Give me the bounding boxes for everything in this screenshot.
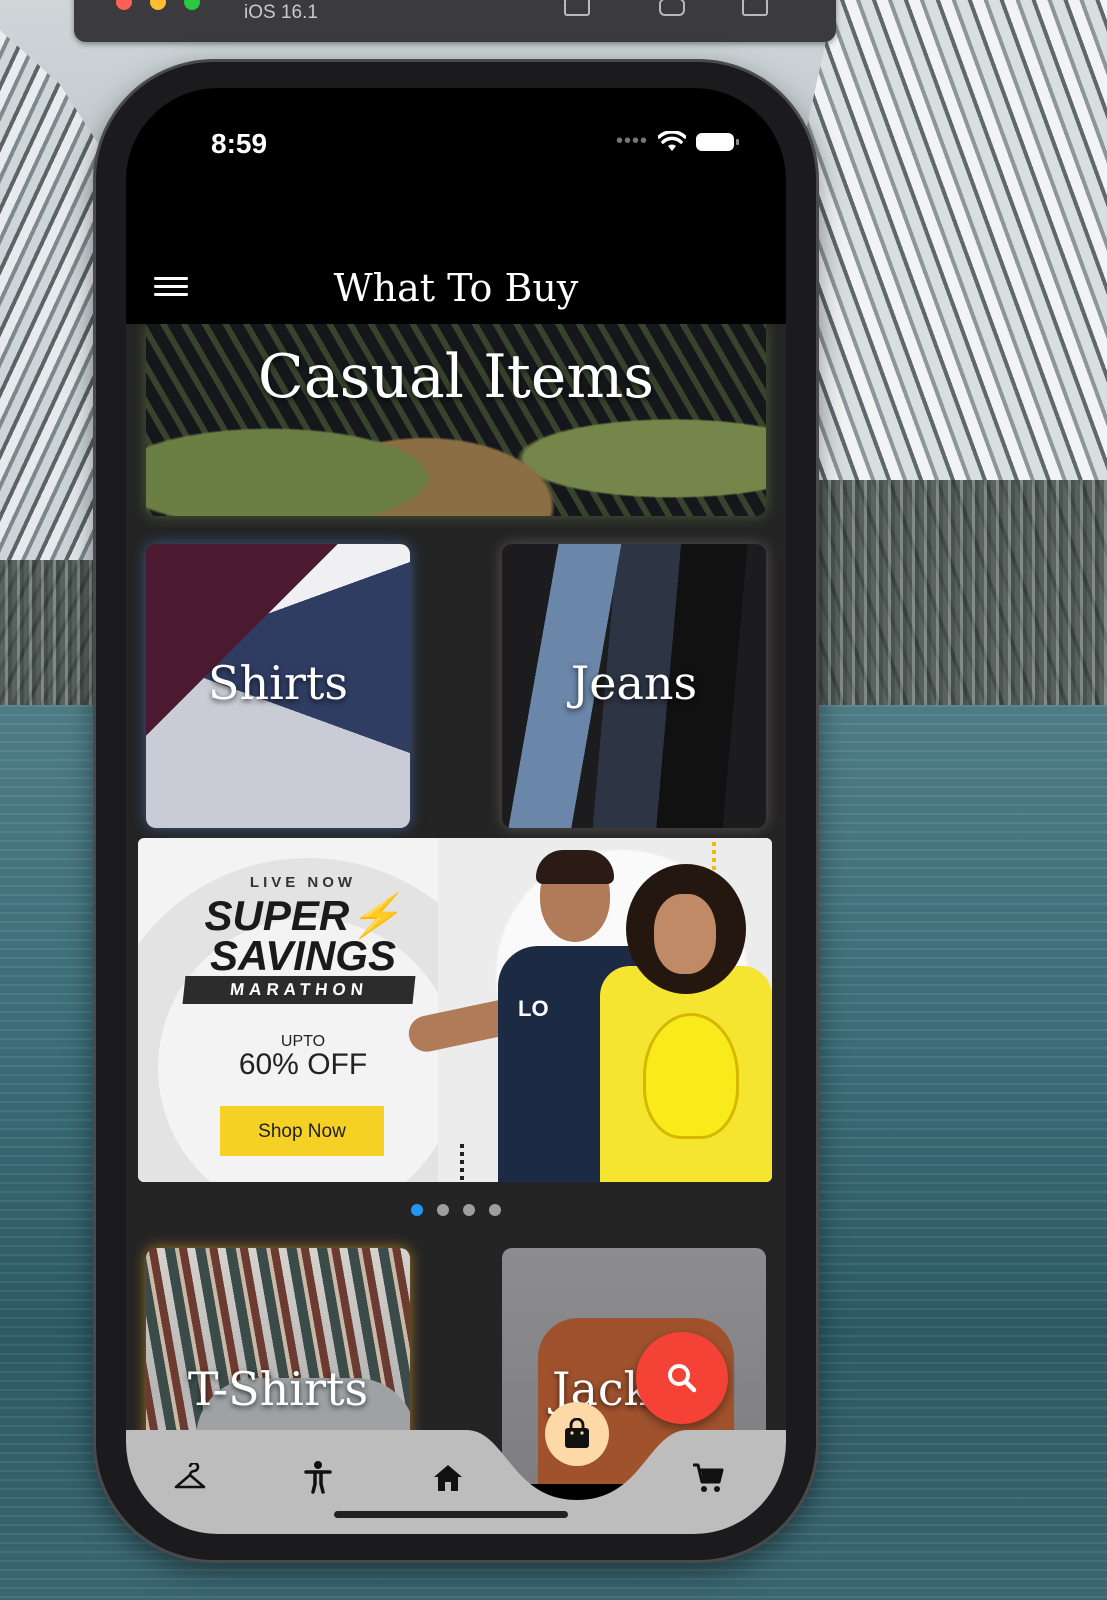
bottom-nav	[126, 1402, 786, 1534]
phone-screen: 8:59 •••• What To Buy Casual Items Shirt…	[126, 88, 786, 1534]
nav-accessibility[interactable]	[296, 1456, 340, 1500]
man-hair	[536, 850, 614, 884]
nav-home[interactable]	[426, 1456, 470, 1500]
live-now-label: LIVE NOW	[249, 874, 357, 891]
phone-frame: 8:59 •••• What To Buy Casual Items Shirt…	[96, 62, 816, 1560]
pager-dot[interactable]	[411, 1204, 423, 1216]
banner-dots-decoration	[460, 1144, 464, 1180]
tweety-print	[643, 1013, 739, 1139]
accessibility-icon	[304, 1461, 332, 1494]
forest-left	[0, 560, 110, 710]
close-window-button[interactable]	[116, 0, 132, 10]
screenshot-icon[interactable]	[659, 0, 685, 16]
os-version-label: iOS 16.1	[244, 2, 318, 23]
simulator-toolbar: iOS 16.1	[74, 0, 836, 42]
tshirts-label: T-Shirts	[187, 1362, 369, 1416]
search-fab[interactable]	[636, 1332, 728, 1424]
discount-label: 60% OFF	[238, 1048, 368, 1081]
shirt-print: LO	[518, 996, 549, 1021]
marathon-label: MARATHON	[182, 976, 416, 1004]
home-button-icon[interactable]	[564, 0, 590, 16]
shirts-label: Shirts	[208, 656, 348, 710]
shop-now-button[interactable]: Shop Now	[220, 1106, 384, 1156]
signal-dots-icon: ••••	[615, 130, 648, 152]
jeans-card[interactable]: Jeans	[502, 544, 766, 828]
zoom-window-button[interactable]	[184, 0, 200, 10]
status-time: 8:59	[211, 128, 268, 159]
nav-shopping-bag[interactable]	[545, 1402, 609, 1466]
battery-icon	[696, 132, 739, 151]
shopping-bag-icon	[565, 1418, 589, 1448]
forest-right	[787, 480, 1107, 710]
shirts-card[interactable]: Shirts	[146, 544, 410, 828]
app-title: What To Buy	[333, 266, 579, 310]
woman-face	[654, 894, 716, 974]
pager-dot[interactable]	[437, 1204, 449, 1216]
wifi-icon	[658, 130, 686, 151]
rotate-icon[interactable]	[742, 0, 768, 16]
status-icons: ••••	[615, 130, 739, 153]
cart-icon	[693, 1463, 724, 1492]
savings-text: SAVINGS	[210, 932, 396, 979]
app-bar: What To Buy	[126, 258, 786, 322]
casual-items-card[interactable]: Casual Items	[146, 324, 766, 516]
carousel-pager	[126, 1204, 786, 1216]
search-icon	[668, 1364, 697, 1393]
pager-dot[interactable]	[463, 1204, 475, 1216]
nav-hanger[interactable]	[168, 1456, 212, 1500]
home-indicator	[334, 1511, 568, 1518]
nav-cart[interactable]	[686, 1456, 730, 1500]
pager-dot[interactable]	[489, 1204, 501, 1216]
casual-items-label: Casual Items	[257, 342, 655, 412]
content-area: Casual Items Shirts Jeans LO LIVE NOW SU…	[126, 324, 786, 1484]
home-icon	[434, 1465, 462, 1491]
super-savings-title: SUPER⚡ SAVINGS	[138, 895, 468, 979]
minimize-window-button[interactable]	[150, 0, 166, 10]
hanger-icon	[174, 1463, 206, 1489]
jeans-label: Jeans	[570, 656, 698, 710]
promo-banner[interactable]: LO LIVE NOW SUPER⚡ SAVINGS MARATHON UPTO…	[138, 838, 772, 1182]
banner-dots-decoration	[712, 842, 716, 872]
